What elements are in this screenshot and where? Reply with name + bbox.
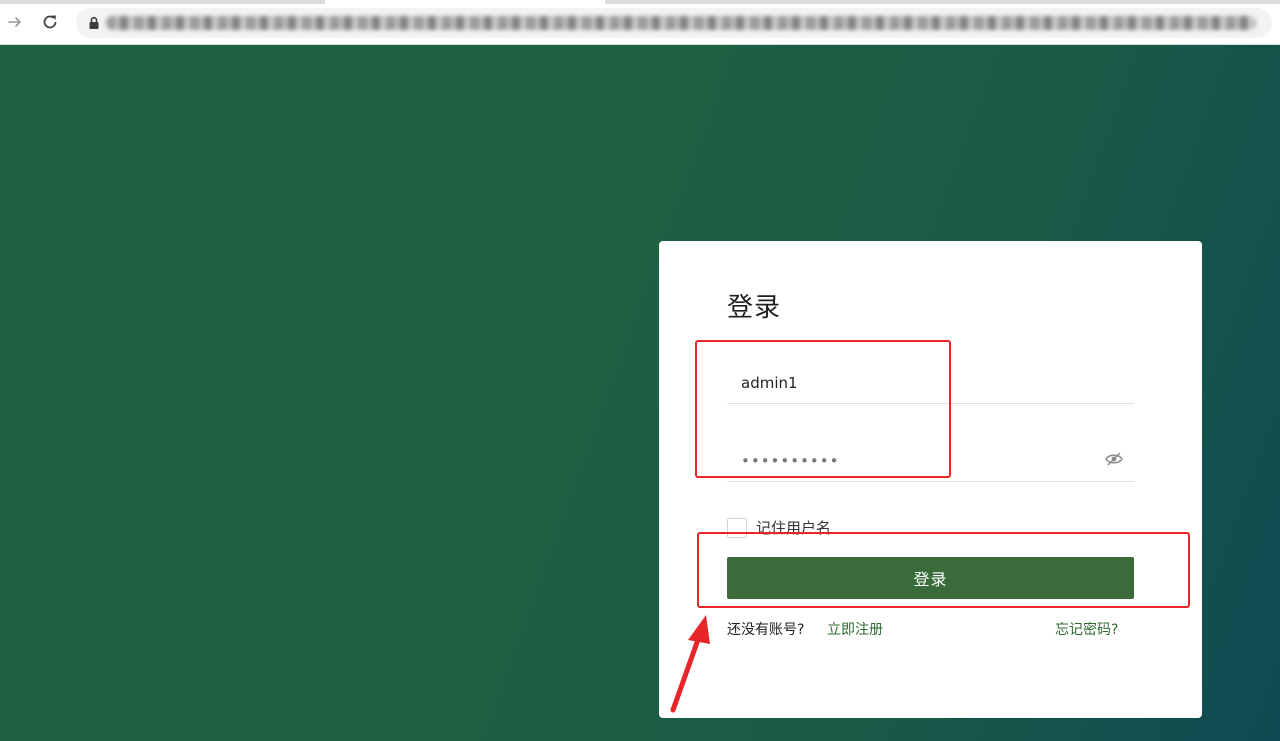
forgot-password-link[interactable]: 忘记密码? [1055, 619, 1118, 639]
no-account-text: 还没有账号? [727, 622, 805, 638]
username-field [727, 363, 1134, 404]
reload-icon [43, 15, 57, 29]
arrow-right-icon [8, 17, 22, 27]
username-input[interactable] [741, 369, 1081, 397]
browser-toolbar [0, 0, 1280, 45]
tab-strip [0, 0, 1280, 4]
remember-label: 记住用户名 [756, 519, 832, 537]
remember-checkbox[interactable] [727, 517, 747, 538]
password-field [727, 441, 1134, 482]
address-bar[interactable] [76, 8, 1272, 38]
register-link[interactable]: 立即注册 [827, 619, 883, 639]
url-text-blurred [106, 16, 1256, 30]
login-links: 还没有账号? 立即注册 忘记密码? [727, 619, 1127, 639]
remember-username[interactable]: 记住用户名 [727, 517, 831, 538]
forward-button[interactable] [4, 11, 26, 33]
active-tab-edge [325, 0, 605, 4]
reload-button[interactable] [39, 11, 61, 33]
login-card: 登录 记住用户名 登录 还没有账号? 立即注册 忘记密码? [659, 241, 1202, 718]
lock-icon [89, 16, 99, 29]
login-button[interactable]: 登录 [727, 557, 1134, 599]
annotation-arrow [670, 615, 710, 713]
login-title: 登录 [727, 293, 782, 323]
password-input[interactable] [741, 447, 1081, 475]
eye-slash-icon[interactable] [1104, 451, 1124, 467]
